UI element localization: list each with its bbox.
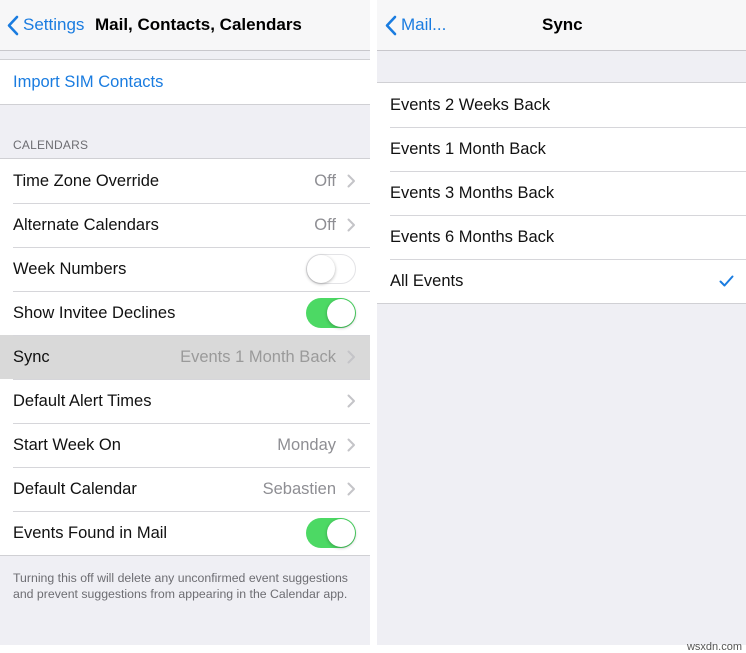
chevron-left-icon (385, 15, 397, 35)
show-invitee-declines-toggle[interactable] (306, 298, 356, 328)
row-label: Start Week On (13, 435, 121, 454)
option-label: Events 2 Weeks Back (390, 95, 551, 114)
back-button-mail[interactable]: Mail... (385, 0, 446, 50)
week-numbers-row: Week Numbers (0, 247, 370, 291)
row-label: Time Zone Override (13, 171, 160, 190)
row-value: Off (314, 215, 336, 234)
chevron-right-icon (347, 350, 355, 364)
row-label: Show Invitee Declines (13, 303, 176, 322)
row-label: Default Calendar (13, 479, 137, 498)
chevron-right-icon (347, 438, 355, 452)
row-label: Week Numbers (13, 259, 127, 278)
nav-bar: Settings Mail, Contacts, Calendars (0, 0, 370, 51)
sync-option-1-month[interactable]: Events 1 Month Back (377, 127, 746, 171)
back-button-settings[interactable]: Settings (7, 0, 84, 50)
option-label: Events 3 Months Back (390, 183, 555, 202)
week-numbers-toggle[interactable] (306, 254, 356, 284)
row-label: Sync (13, 347, 50, 366)
toggle-knob (327, 519, 355, 547)
default-alert-times-row[interactable]: Default Alert Times (0, 379, 370, 423)
row-label: Alternate Calendars (13, 215, 159, 234)
footer-note: Turning this off will delete any unconfi… (13, 571, 348, 601)
back-label: Mail... (401, 15, 447, 34)
toggle-knob (307, 255, 335, 283)
events-found-in-mail-toggle[interactable] (306, 518, 356, 548)
sync-option-3-months[interactable]: Events 3 Months Back (377, 171, 746, 215)
row-value: Events 1 Month Back (180, 347, 336, 366)
import-sim-contacts-label: Import SIM Contacts (13, 72, 164, 91)
row-value: Off (314, 171, 336, 190)
option-label: All Events (390, 271, 464, 290)
watermark: wsxdn.com (686, 641, 742, 653)
page-title: Mail, Contacts, Calendars (95, 15, 302, 34)
section-header-calendars: CALENDARS (13, 138, 89, 152)
sync-row[interactable]: Sync Events 1 Month Back (0, 335, 370, 379)
row-label: Default Alert Times (13, 391, 152, 410)
sync-option-2-weeks[interactable]: Events 2 Weeks Back (377, 83, 746, 127)
row-label: Events Found in Mail (13, 523, 168, 542)
sync-option-6-months[interactable]: Events 6 Months Back (377, 215, 746, 259)
page-title: Sync (542, 15, 583, 34)
chevron-right-icon (347, 394, 355, 408)
time-zone-override-row[interactable]: Time Zone Override Off (0, 159, 370, 203)
show-invitee-declines-row: Show Invitee Declines (0, 291, 370, 335)
checkmark-icon (719, 275, 734, 287)
chevron-right-icon (347, 218, 355, 232)
alternate-calendars-row[interactable]: Alternate Calendars Off (0, 203, 370, 247)
chevron-right-icon (347, 174, 355, 188)
toggle-knob (327, 299, 355, 327)
chevron-left-icon (7, 15, 19, 35)
row-value: Sebastien (262, 479, 336, 498)
import-sim-contacts-button[interactable]: Import SIM Contacts (0, 60, 370, 104)
events-found-in-mail-row: Events Found in Mail (0, 511, 370, 555)
chevron-right-icon (347, 482, 355, 496)
nav-bar: Mail... Sync (377, 0, 746, 51)
default-calendar-row[interactable]: Default Calendar Sebastien (0, 467, 370, 511)
sync-screen: Mail... Sync Events 2 Weeks Back Events … (377, 0, 746, 645)
option-label: Events 6 Months Back (390, 227, 555, 246)
import-group: Import SIM Contacts (0, 59, 370, 105)
back-label: Settings (23, 15, 85, 34)
mail-contacts-calendars-screen: Settings Mail, Contacts, Calendars Impor… (0, 0, 370, 645)
option-label: Events 1 Month Back (390, 139, 546, 158)
sync-options-group: Events 2 Weeks Back Events 1 Month Back … (377, 82, 746, 304)
calendars-group: Time Zone Override Off Alternate Calenda… (0, 158, 370, 556)
start-week-on-row[interactable]: Start Week On Monday (0, 423, 370, 467)
row-value: Monday (277, 435, 336, 454)
sync-option-all-events[interactable]: All Events (377, 259, 746, 303)
